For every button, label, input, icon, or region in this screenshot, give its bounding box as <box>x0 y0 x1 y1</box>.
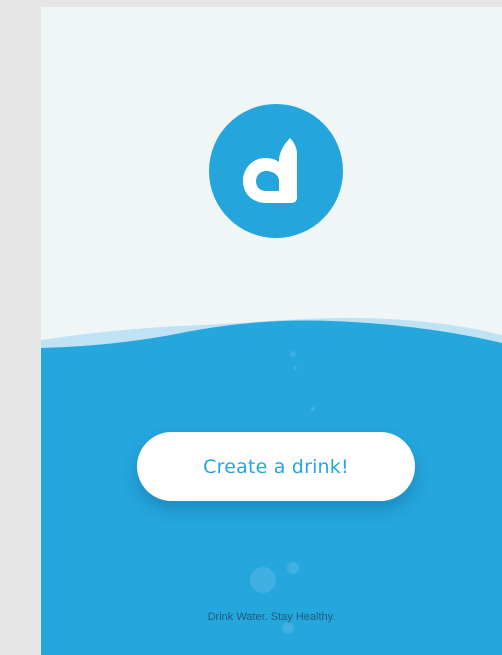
tagline: Drink Water. Stay Healthy. <box>207 611 336 623</box>
bubble <box>287 562 299 574</box>
create-drink-button-label: Create a drink! <box>203 455 349 478</box>
drop-logo-glyph <box>243 138 297 203</box>
app-screen: Create a drink! Drink Water. Stay Health… <box>41 7 502 655</box>
bubble <box>290 351 296 357</box>
bubble <box>282 622 294 634</box>
create-drink-button[interactable]: Create a drink! <box>137 432 415 501</box>
bubble <box>293 366 297 370</box>
bubble <box>311 407 315 411</box>
drop-logo-icon <box>209 104 343 238</box>
bubble <box>250 567 276 593</box>
